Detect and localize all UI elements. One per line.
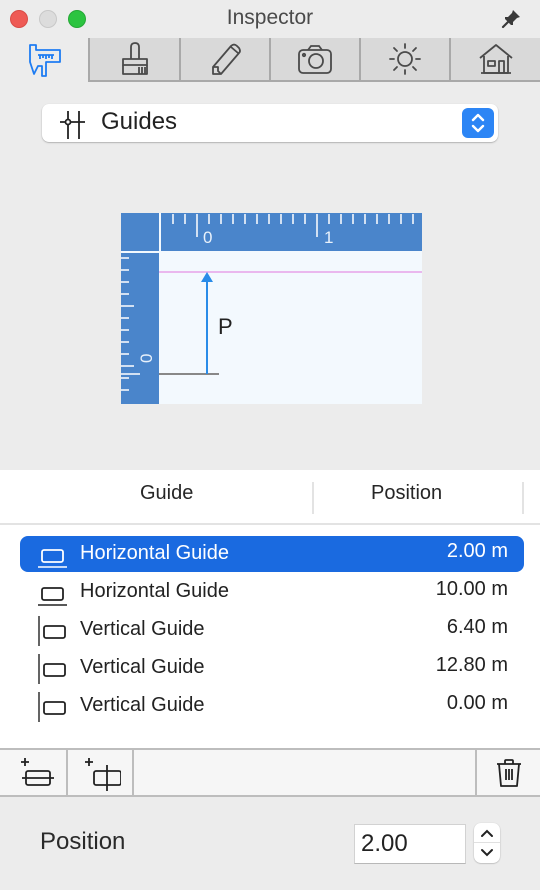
vertical-guide-icon bbox=[38, 654, 66, 684]
guide-row[interactable]: Horizontal Guide 2.00 m bbox=[20, 536, 524, 572]
guide-name: Horizontal Guide bbox=[80, 542, 229, 564]
guide-position: 10.00 m bbox=[435, 578, 508, 600]
guide-row[interactable]: Vertical Guide 6.40 m bbox=[20, 612, 524, 648]
window-title: Inspector bbox=[226, 6, 314, 29]
position-input[interactable] bbox=[354, 824, 466, 864]
tab-style[interactable] bbox=[88, 38, 179, 82]
guide-name: Vertical Guide bbox=[80, 694, 205, 716]
ruler-top-label-1: 1 bbox=[324, 228, 333, 247]
stepper-up-button[interactable] bbox=[474, 823, 500, 843]
guide-position: 0.00 m bbox=[446, 692, 508, 714]
column-header-guide[interactable]: Guide bbox=[140, 482, 193, 505]
chevron-down-icon bbox=[481, 849, 493, 857]
column-separator[interactable] bbox=[522, 482, 524, 514]
tab-camera[interactable] bbox=[269, 38, 359, 82]
toolbar-divider bbox=[132, 750, 134, 795]
ruler-top bbox=[161, 213, 422, 251]
ruler-left bbox=[121, 253, 159, 404]
guide-list: Guide Position Horizontal Guide 2.00 m Hor… bbox=[0, 470, 540, 748]
stepper-down-button[interactable] bbox=[474, 843, 500, 863]
house-icon bbox=[478, 44, 513, 74]
guide-name: Vertical Guide bbox=[80, 618, 205, 640]
guide-diagram-svg: 0 1 0 P bbox=[121, 213, 422, 404]
guide-position: 12.80 m bbox=[435, 654, 508, 676]
column-separator[interactable] bbox=[312, 482, 314, 514]
ruler-left-label-0: 0 bbox=[137, 354, 156, 363]
mode-popup-label: Guides bbox=[101, 108, 178, 135]
pencil-icon bbox=[212, 43, 241, 75]
mode-popup-button[interactable]: Guides bbox=[42, 104, 498, 142]
trash-icon bbox=[496, 758, 521, 787]
tab-edit[interactable] bbox=[179, 38, 269, 82]
ruler-top-label-0: 0 bbox=[203, 228, 212, 247]
chevron-up-icon bbox=[481, 829, 493, 837]
guide-position: 6.40 m bbox=[446, 616, 508, 638]
guide-row[interactable]: Vertical Guide 12.80 m bbox=[20, 650, 524, 686]
vertical-guide-icon bbox=[38, 616, 66, 646]
guide-row[interactable]: Vertical Guide 0.00 m bbox=[20, 688, 524, 724]
caliper-icon bbox=[29, 44, 61, 77]
tab-light[interactable] bbox=[359, 38, 449, 82]
position-stepper[interactable] bbox=[474, 823, 500, 863]
add-vertical-guide-button[interactable] bbox=[68, 750, 130, 795]
guide-list-header: Guide Position bbox=[0, 470, 540, 525]
add-vertical-guide-icon bbox=[85, 757, 121, 791]
title-bar: Inspector bbox=[0, 0, 540, 38]
sun-icon bbox=[389, 43, 421, 75]
guide-toolbar bbox=[0, 748, 540, 797]
position-label: Position bbox=[40, 828, 126, 855]
column-header-position[interactable]: Position bbox=[371, 482, 442, 505]
guides-icon bbox=[60, 111, 85, 139]
guide-name: Vertical Guide bbox=[80, 656, 205, 678]
delete-guide-button[interactable] bbox=[477, 750, 540, 795]
guide-diagram: 0 1 0 P bbox=[121, 213, 422, 404]
guide-row[interactable]: Horizontal Guide 10.00 m bbox=[20, 574, 524, 610]
add-horizontal-guide-button[interactable] bbox=[0, 750, 66, 795]
camera-icon bbox=[298, 45, 332, 74]
brush-icon bbox=[121, 42, 148, 75]
arrow-label: P bbox=[218, 314, 233, 339]
guide-name: Horizontal Guide bbox=[80, 580, 229, 602]
horizontal-guide-icon bbox=[38, 587, 67, 606]
inspector-tab-bar bbox=[0, 38, 540, 82]
guide-position: 2.00 m bbox=[446, 540, 508, 562]
tab-measure[interactable] bbox=[0, 38, 88, 82]
position-arrow-head bbox=[201, 272, 213, 282]
ruler-corner bbox=[121, 213, 159, 251]
tab-building[interactable] bbox=[449, 38, 540, 82]
pin-icon[interactable] bbox=[500, 8, 522, 30]
popup-chevron-updown-icon bbox=[462, 108, 494, 138]
add-horizontal-guide-icon bbox=[21, 757, 54, 786]
vertical-guide-icon bbox=[38, 692, 66, 722]
horizontal-guide-icon bbox=[38, 549, 67, 568]
